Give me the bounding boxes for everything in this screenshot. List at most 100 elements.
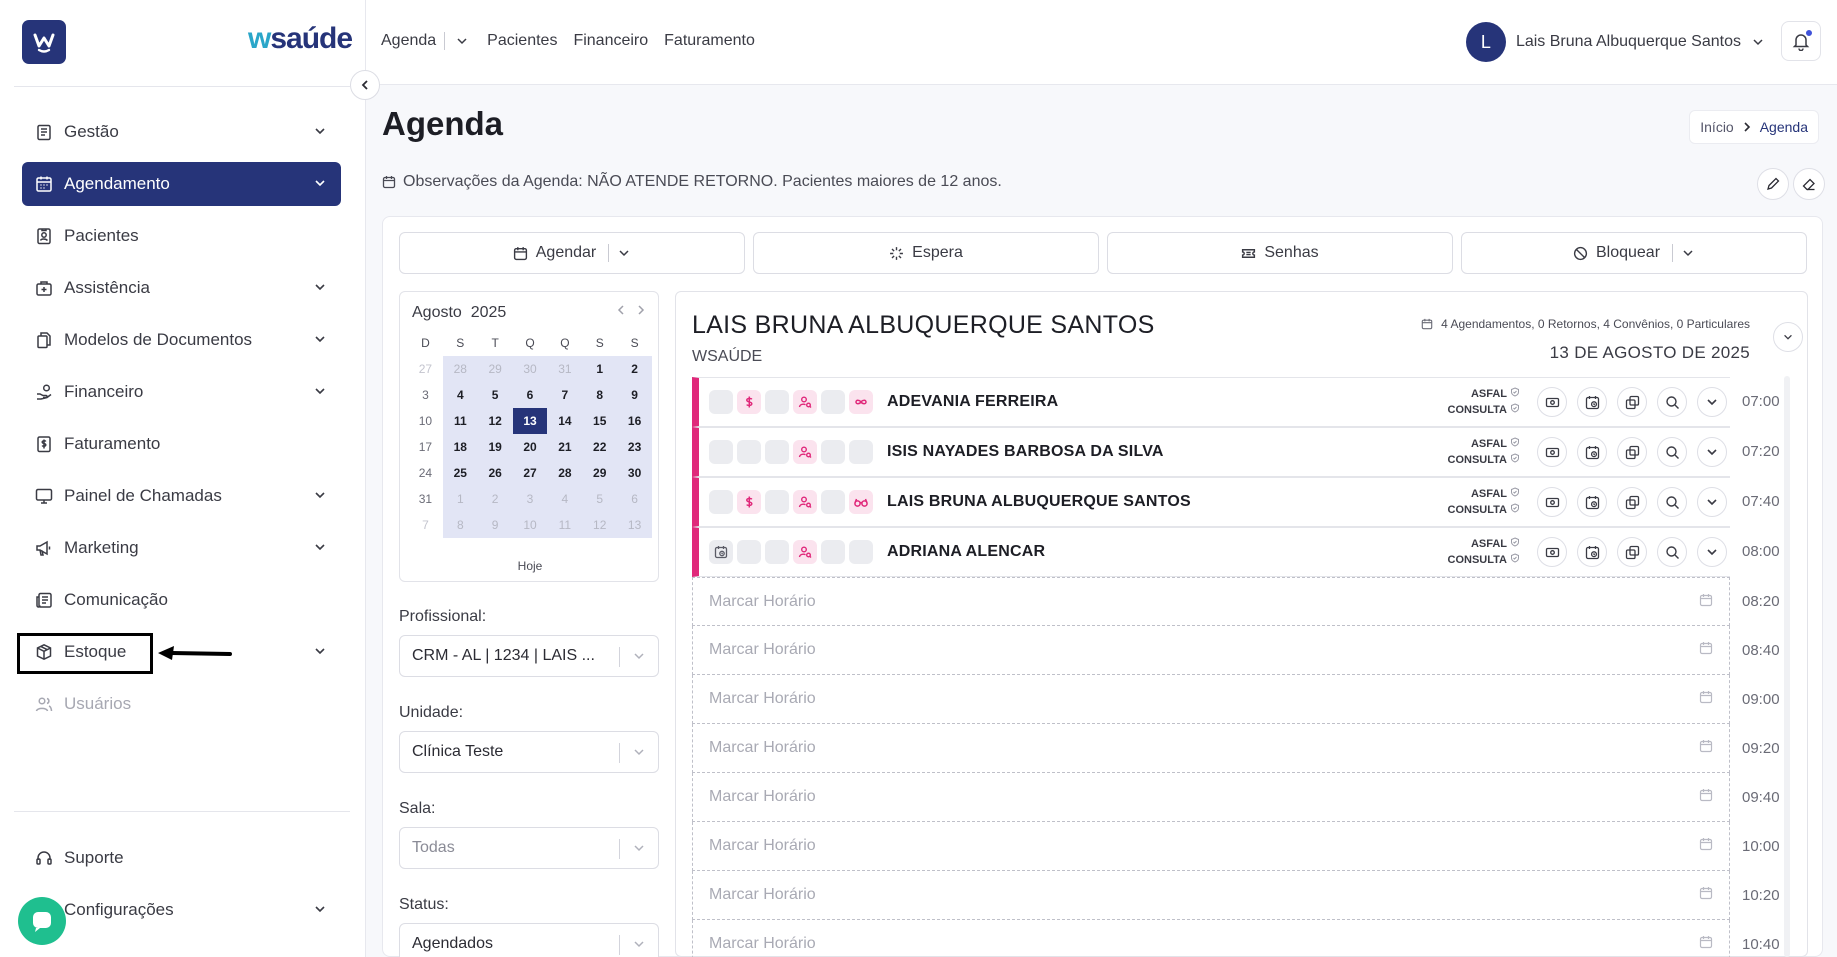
chevron-down-icon[interactable] [1697, 537, 1727, 567]
calendar-clock-icon[interactable] [1577, 387, 1607, 417]
calendar-day[interactable]: 7 [547, 382, 583, 408]
calendar-day[interactable]: 27 [512, 460, 548, 486]
calendar-clock-icon[interactable] [709, 540, 733, 564]
search-icon[interactable] [1657, 387, 1687, 417]
calendar-day[interactable]: 4 [442, 382, 478, 408]
sidebar-item-financeiro[interactable]: Financeiro [22, 370, 341, 414]
sidebar-item-marketing[interactable]: Marketing [22, 526, 341, 570]
calendar-day[interactable]: 28 [547, 460, 583, 486]
calendar-day[interactable]: 14 [547, 408, 583, 434]
calendar-clock-icon[interactable] [1577, 487, 1607, 517]
bloquear-button[interactable]: Bloquear [1461, 232, 1807, 274]
calendar-day[interactable]: 2 [617, 356, 653, 382]
calendar-day[interactable]: 31 [547, 356, 583, 382]
calendar-day[interactable]: 1 [582, 356, 618, 382]
sidebar-item-agendamento[interactable]: Agendamento [22, 162, 341, 206]
user-search-icon[interactable] [793, 440, 817, 464]
calendar-day[interactable]: 2 [477, 486, 513, 512]
collapse-sidebar-button[interactable] [350, 70, 380, 100]
topnav-agenda[interactable]: Agenda [381, 32, 436, 50]
sidebar-item-comunicacao[interactable]: Comunicação [22, 578, 341, 622]
chevron-down-icon[interactable] [455, 34, 469, 48]
senhas-button[interactable]: Senhas [1107, 232, 1453, 274]
clear-observations-button[interactable] [1793, 168, 1825, 200]
empty-slot[interactable]: Marcar Horário [692, 724, 1730, 773]
calendar-day[interactable]: 20 [512, 434, 548, 460]
search-icon[interactable] [1657, 537, 1687, 567]
copy-icon[interactable] [1617, 487, 1647, 517]
chat-button[interactable] [18, 897, 66, 945]
user-search-icon[interactable] [793, 490, 817, 514]
calendar-clock-icon[interactable] [1577, 437, 1607, 467]
today-button[interactable]: Hoje [400, 559, 660, 573]
patient-name[interactable]: LAIS BRUNA ALBUQUERQUE SANTOS [887, 493, 1191, 511]
money-icon[interactable] [1537, 387, 1567, 417]
calendar-day[interactable]: 13 [617, 512, 653, 538]
calendar-day[interactable]: 4 [547, 486, 583, 512]
patient-name[interactable]: ADEVANIA FERREIRA [887, 393, 1058, 411]
calendar-day[interactable]: 12 [477, 408, 513, 434]
calendar-day[interactable]: 1 [442, 486, 478, 512]
calendar-day[interactable]: 26 [477, 460, 513, 486]
calendar-day[interactable]: 6 [512, 382, 548, 408]
calendar-day[interactable]: 24 [408, 460, 443, 486]
sala-select[interactable]: Todas [399, 827, 659, 869]
sidebar-item-suporte[interactable]: Suporte [22, 836, 341, 880]
calendar-day[interactable]: 28 [442, 356, 478, 382]
money-icon[interactable] [1537, 437, 1567, 467]
user-search-icon[interactable] [793, 540, 817, 564]
chevron-down-icon[interactable] [1697, 387, 1727, 417]
dollar-icon[interactable] [737, 490, 761, 514]
money-icon[interactable] [1537, 537, 1567, 567]
calendar-day[interactable]: 29 [477, 356, 513, 382]
calendar-day[interactable]: 8 [442, 512, 478, 538]
sidebar-item-faturamento[interactable]: Faturamento [22, 422, 341, 466]
sidebar-item-gestao[interactable]: Gestão [22, 110, 341, 154]
topnav-financeiro[interactable]: Financeiro [573, 32, 648, 50]
calendar-day[interactable]: 21 [547, 434, 583, 460]
chevron-right-icon[interactable] [636, 302, 646, 318]
sidebar-item-painel-de-chamadas[interactable]: Painel de Chamadas [22, 474, 341, 518]
calendar-day[interactable]: 12 [582, 512, 618, 538]
copy-icon[interactable] [1617, 387, 1647, 417]
calendar-day[interactable]: 17 [408, 434, 443, 460]
calendar-day[interactable]: 30 [617, 460, 653, 486]
calendar-clock-icon[interactable] [1577, 537, 1607, 567]
calendar-day[interactable]: 8 [582, 382, 618, 408]
calendar-day[interactable]: 11 [547, 512, 583, 538]
appointment-row[interactable]: ISIS NAYADES BARBOSA DA SILVA ASFAL CONS… [692, 427, 1730, 477]
expand-schedule-button[interactable] [1773, 322, 1803, 352]
calendar-day[interactable]: 19 [477, 434, 513, 460]
calendar-day[interactable]: 9 [477, 512, 513, 538]
calendar-day[interactable]: 31 [408, 486, 443, 512]
calendar-day[interactable]: 18 [442, 434, 478, 460]
empty-slot[interactable]: Marcar Horário [692, 920, 1730, 957]
agendar-button[interactable]: Agendar [399, 232, 745, 274]
appointment-row[interactable]: ADRIANA ALENCAR ASFAL CONSULTA [692, 527, 1730, 577]
sidebar-item-configuracoes[interactable]: Configurações [22, 888, 341, 932]
chevron-left-icon[interactable] [616, 302, 626, 318]
app-logo[interactable] [22, 20, 66, 64]
patient-name[interactable]: ISIS NAYADES BARBOSA DA SILVA [887, 443, 1164, 461]
edit-observations-button[interactable] [1757, 168, 1789, 200]
empty-slot[interactable]: Marcar Horário [692, 675, 1730, 724]
calendar-day[interactable]: 15 [582, 408, 618, 434]
sidebar-item-assistencia[interactable]: Assistência [22, 266, 341, 310]
calendar-day[interactable]: 29 [582, 460, 618, 486]
search-icon[interactable] [1657, 437, 1687, 467]
chevron-down-icon[interactable] [617, 246, 631, 260]
copy-icon[interactable] [1617, 537, 1647, 567]
calendar-day[interactable]: 30 [512, 356, 548, 382]
calendar-day[interactable]: 5 [477, 382, 513, 408]
scrollbar[interactable] [1784, 376, 1790, 957]
calendar-day[interactable]: 3 [512, 486, 548, 512]
calendar-day[interactable]: 16 [617, 408, 653, 434]
profissional-select[interactable]: CRM - AL | 1234 | LAIS ... [399, 635, 659, 677]
glasses-icon[interactable] [849, 490, 873, 514]
copy-icon[interactable] [1617, 437, 1647, 467]
topnav-pacientes[interactable]: Pacientes [487, 32, 557, 50]
calendar-day[interactable]: 22 [582, 434, 618, 460]
user-search-icon[interactable] [793, 390, 817, 414]
empty-slot[interactable]: Marcar Horário [692, 871, 1730, 920]
calendar-day[interactable]: 3 [408, 382, 443, 408]
